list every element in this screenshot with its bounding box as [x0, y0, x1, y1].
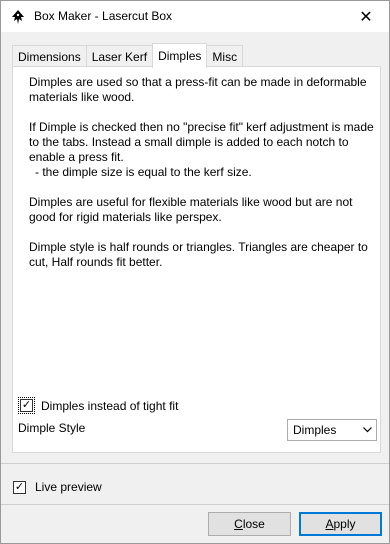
live-preview-row[interactable]: ✓ Live preview	[13, 480, 102, 494]
dimple-style-value: Dimples	[293, 423, 337, 437]
description: Dimples are used so that a press-fit can…	[29, 75, 374, 285]
divider	[1, 463, 389, 464]
apply-button-label: pply	[333, 517, 356, 531]
inkscape-icon	[10, 9, 26, 25]
tab-laser-kerf[interactable]: Laser Kerf	[85, 45, 154, 67]
check-icon: ✓	[21, 399, 32, 411]
focus-ring: ✓	[18, 397, 35, 414]
dimple-checkbox-label: Dimples instead of tight fit	[41, 398, 179, 413]
tab-dimensions[interactable]: Dimensions	[12, 45, 87, 67]
live-preview-label: Live preview	[35, 480, 102, 494]
live-preview-checkbox[interactable]: ✓	[13, 480, 26, 494]
dimple-checkbox-row[interactable]: ✓ Dimples instead of tight fit	[18, 397, 178, 414]
apply-button[interactable]: Apply	[299, 512, 382, 536]
dimple-style-label: Dimple Style	[18, 421, 86, 435]
paragraph-dimple-style: Dimple style is half rounds or triangles…	[29, 240, 368, 269]
close-button-mnemonic: C	[234, 517, 243, 531]
dimple-style-select[interactable]: Dimples	[287, 419, 377, 441]
close-button-label: lose	[242, 517, 265, 531]
tab-misc[interactable]: Misc	[206, 45, 244, 67]
paragraph-dimple-size: - the dimple size is equal to the kerf s…	[35, 165, 252, 179]
paragraph-press-fit: Dimples are used so that a press-fit can…	[29, 75, 367, 104]
apply-button-mnemonic: A	[325, 517, 334, 531]
close-button[interactable]: Close	[208, 512, 291, 536]
check-icon: ✓	[14, 480, 25, 493]
divider	[1, 504, 389, 505]
close-window-icon[interactable]: ✕	[343, 1, 389, 32]
chevron-down-icon[interactable]	[358, 420, 376, 440]
title-bar: Box Maker - Lasercut Box ✕	[1, 1, 389, 32]
paragraph-dimple-checked: If Dimple is checked then no "precise fi…	[29, 120, 374, 164]
dialog-window: Box Maker - Lasercut Box ✕ Dimensions La…	[0, 0, 390, 544]
tab-bar: Dimensions Laser Kerf Dimples Misc	[12, 43, 244, 68]
dimples-panel: Dimples are used so that a press-fit can…	[12, 66, 381, 453]
dimple-checkbox[interactable]: ✓	[20, 399, 33, 412]
tab-dimples[interactable]: Dimples	[152, 43, 208, 68]
paragraph-dimple-usage: Dimples are useful for flexible material…	[29, 195, 353, 224]
window-title: Box Maker - Lasercut Box	[34, 9, 173, 23]
